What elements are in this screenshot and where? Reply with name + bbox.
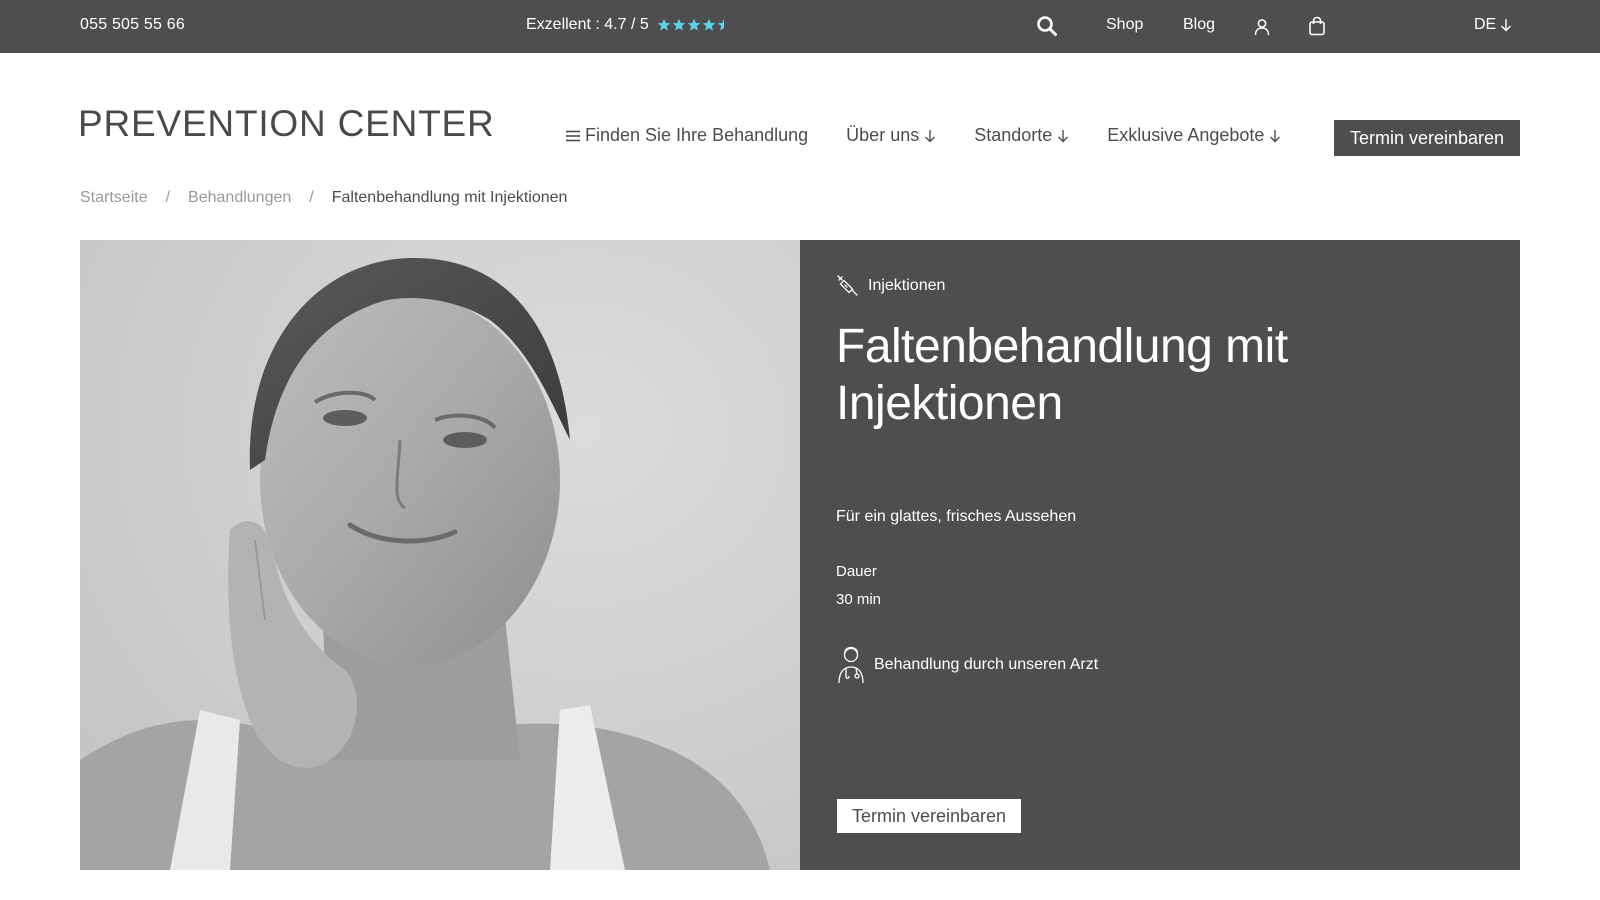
search-icon[interactable]	[1036, 15, 1058, 37]
breadcrumb-treatments[interactable]: Behandlungen	[188, 189, 291, 207]
nav-find-treatment[interactable]: Finden Sie Ihre Behandlung	[566, 125, 808, 146]
page-title: Faltenbehandlung mit Injektionen	[836, 320, 1288, 430]
hero-panel: Injektionen Faltenbehandlung mit Injekti…	[800, 240, 1520, 870]
breadcrumb-home[interactable]: Startseite	[80, 189, 148, 207]
nav-offers[interactable]: Exklusive Angebote	[1107, 125, 1281, 146]
hero-book-appointment-button[interactable]: Termin vereinbaren	[837, 799, 1021, 833]
star-icon	[672, 18, 686, 31]
nav-locations[interactable]: Standorte	[974, 125, 1069, 146]
nav-locations-label: Standorte	[974, 125, 1053, 145]
breadcrumb: Startseite / Behandlungen / Faltenbehand…	[80, 189, 567, 207]
user-icon[interactable]	[1252, 17, 1272, 37]
duration-label: Dauer	[836, 563, 877, 580]
language-selector[interactable]: DE	[1474, 16, 1512, 34]
category-tag[interactable]: Injektionen	[836, 274, 945, 298]
shop-link[interactable]: Shop	[1106, 16, 1143, 34]
site-logo[interactable]: PREVENTION CENTER	[78, 103, 495, 145]
category-label: Injektionen	[868, 277, 946, 294]
breadcrumb-separator: /	[309, 189, 314, 206]
nav-find-label: Finden Sie Ihre Behandlung	[585, 125, 809, 145]
doctor-icon	[838, 646, 864, 684]
blog-link[interactable]: Blog	[1183, 16, 1215, 34]
rating: Exzellent : 4.7 / 5	[526, 16, 731, 34]
hero-subtitle: Für ein glattes, frisches Aussehen	[836, 508, 1077, 525]
star-icon	[717, 18, 724, 31]
doctor-text: Behandlung durch unseren Arzt	[874, 656, 1099, 673]
star-icon	[702, 18, 716, 31]
rating-stars	[657, 18, 731, 32]
breadcrumb-separator: /	[165, 189, 171, 206]
shopping-bag-icon[interactable]	[1306, 15, 1328, 37]
arrow-down-icon	[1270, 129, 1281, 142]
nav-about-label: Über uns	[846, 125, 920, 145]
nav-offers-label: Exklusive Angebote	[1107, 125, 1265, 145]
arrow-down-icon	[925, 129, 936, 142]
language-label: DE	[1474, 16, 1497, 33]
breadcrumb-current: Faltenbehandlung mit Injektionen	[331, 189, 568, 206]
star-icon	[687, 18, 701, 31]
duration-value: 30 min	[836, 591, 882, 608]
main-nav: Finden Sie Ihre Behandlung Über uns Stan…	[566, 125, 1281, 146]
syringe-icon	[837, 275, 858, 296]
menu-icon	[566, 130, 580, 141]
book-appointment-button[interactable]: Termin vereinbaren	[1334, 120, 1520, 156]
top-bar: 055 505 55 66 Exzellent : 4.7 / 5 Shop B…	[0, 0, 1600, 53]
arrow-down-icon	[1501, 19, 1512, 32]
star-icon	[657, 18, 671, 31]
phone-number[interactable]: 055 505 55 66	[80, 16, 185, 34]
rating-text: Exzellent : 4.7 / 5	[526, 16, 649, 33]
arrow-down-icon	[1058, 129, 1069, 142]
hero-portrait-image	[80, 240, 800, 870]
nav-about[interactable]: Über uns	[846, 125, 936, 146]
doctor-info: Behandlung durch unseren Arzt	[836, 646, 1098, 684]
